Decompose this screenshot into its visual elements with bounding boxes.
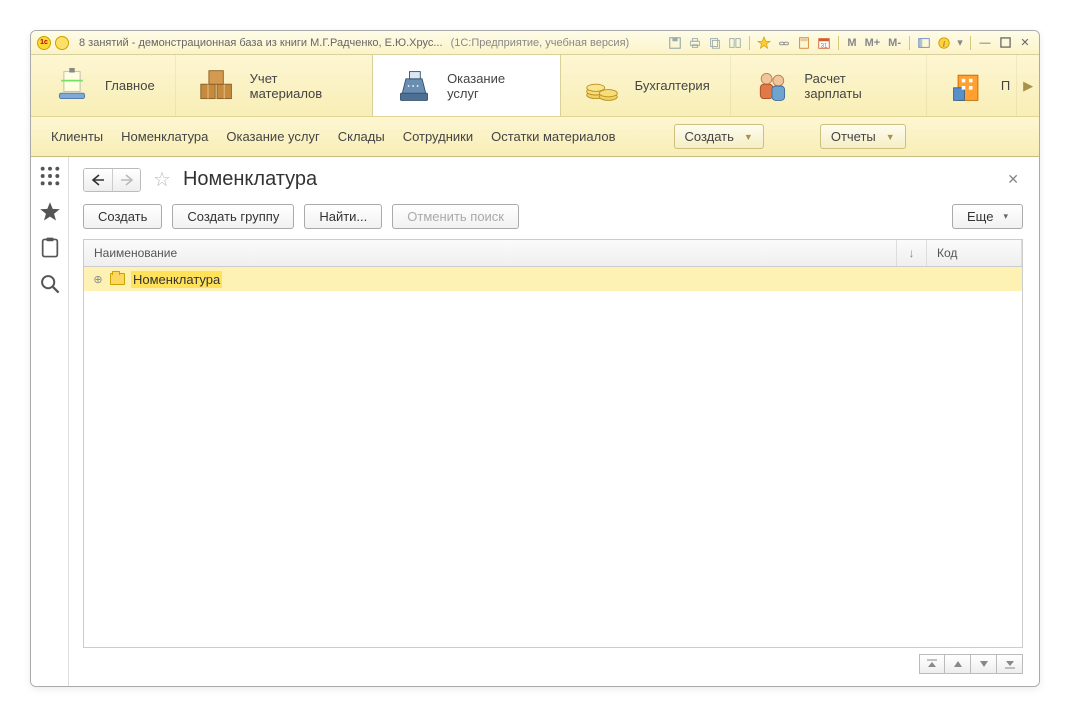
section-materials[interactable]: Учет материалов [176, 55, 374, 116]
section-enterprise[interactable]: П [927, 55, 1017, 116]
search-icon[interactable] [39, 273, 61, 295]
subnav: Клиенты Номенклатура Оказание услуг Скла… [31, 117, 1039, 157]
expand-icon[interactable]: ⊕ [92, 273, 104, 286]
subnav-reports-button[interactable]: Отчеты ▼ [820, 124, 906, 149]
column-code[interactable]: Код [927, 240, 1022, 266]
svg-text:31: 31 [821, 42, 828, 49]
subnav-employees[interactable]: Сотрудники [403, 129, 473, 144]
compare-icon[interactable] [727, 35, 743, 51]
workarea: ☆ Номенклатура ✕ Создать Создать группу … [31, 157, 1039, 686]
save-icon[interactable] [667, 35, 683, 51]
page-first-button[interactable] [919, 654, 945, 674]
maximize-button[interactable] [997, 36, 1013, 50]
close-button[interactable]: ✕ [1017, 36, 1033, 50]
more-label: Еще [967, 209, 993, 224]
favorite-page-icon[interactable]: ☆ [153, 167, 171, 192]
subnav-stock[interactable]: Остатки материалов [491, 129, 615, 144]
page-up-button[interactable] [945, 654, 971, 674]
window-subtitle: (1С:Предприятие, учебная версия) [451, 37, 630, 49]
scanner-icon [51, 65, 93, 107]
table-row[interactable]: ⊕ Номенклатура [84, 267, 1022, 291]
section-label: Расчет зарплаты [804, 71, 905, 101]
calculator-icon[interactable] [796, 35, 812, 51]
page-last-button[interactable] [997, 654, 1023, 674]
subnav-clients[interactable]: Клиенты [51, 129, 103, 144]
page-header: ☆ Номенклатура ✕ [83, 167, 1023, 192]
mem-m-button[interactable]: M [845, 37, 858, 49]
svg-text:i: i [943, 39, 945, 48]
panels-icon[interactable] [916, 35, 932, 51]
row-name: Номенклатура [131, 271, 222, 288]
circle-icon[interactable] [55, 36, 69, 50]
page-toolbar: Создать Создать группу Найти... Отменить… [83, 204, 1023, 229]
page-down-button[interactable] [971, 654, 997, 674]
apps-grid-icon[interactable] [39, 165, 61, 187]
chevron-down-icon: ▼ [886, 132, 895, 142]
more-button[interactable]: Еще ▾ [952, 204, 1023, 229]
section-label: Учет материалов [250, 71, 353, 101]
mem-mplus-button[interactable]: M+ [863, 37, 883, 49]
coins-icon [581, 65, 623, 107]
reports-label: Отчеты [831, 129, 876, 144]
section-bar: Главное Учет материалов Оказание услуг Б… [31, 55, 1039, 117]
create-label: Создать [685, 129, 734, 144]
minimize-button[interactable]: — [977, 36, 993, 50]
subnav-services[interactable]: Оказание услуг [226, 129, 319, 144]
close-page-button[interactable]: ✕ [1003, 169, 1023, 190]
create-button[interactable]: Создать [83, 204, 162, 229]
section-payroll[interactable]: Расчет зарплаты [731, 55, 927, 116]
favorite-icon[interactable] [756, 35, 772, 51]
window-title: 8 занятий - демонстрационная база из кни… [79, 37, 443, 49]
app-window: 1c 8 занятий - демонстрационная база из … [30, 30, 1040, 687]
boxes-icon [196, 65, 238, 107]
print-icon[interactable] [687, 35, 703, 51]
subnav-create-button[interactable]: Создать ▼ [674, 124, 764, 149]
subnav-nomenclature[interactable]: Номенклатура [121, 129, 208, 144]
clipboard-icon[interactable] [39, 237, 61, 259]
section-label: Бухгалтерия [635, 78, 710, 93]
nav-back-button[interactable] [84, 169, 112, 191]
people-icon [751, 65, 793, 107]
cash-register-icon [393, 65, 435, 107]
row-code [927, 267, 1022, 291]
side-toolbar [31, 157, 69, 686]
folder-icon [110, 273, 125, 285]
nav-arrows [83, 168, 141, 192]
column-name[interactable]: Наименование [84, 240, 897, 266]
section-services[interactable]: Оказание услуг [372, 55, 560, 116]
dropdown-caret-icon[interactable]: ▾ [956, 35, 964, 51]
pager [83, 654, 1023, 674]
create-group-button[interactable]: Создать группу [172, 204, 294, 229]
section-accounting[interactable]: Бухгалтерия [561, 55, 731, 116]
grid-header: Наименование ↓ Код [84, 240, 1022, 267]
star-icon[interactable] [39, 201, 61, 223]
sections-scroll-right[interactable]: ▶ [1017, 55, 1039, 116]
sort-indicator[interactable]: ↓ [897, 240, 927, 266]
link-icon[interactable] [776, 35, 792, 51]
section-label: Оказание услуг [447, 71, 540, 101]
data-grid: Наименование ↓ Код ⊕ Номенклатура [83, 239, 1023, 648]
info-icon[interactable]: i [936, 35, 952, 51]
calendar-icon[interactable]: 31 [816, 35, 832, 51]
mem-mminus-button[interactable]: M- [886, 37, 903, 49]
cancel-find-button[interactable]: Отменить поиск [392, 204, 519, 229]
find-button[interactable]: Найти... [304, 204, 382, 229]
titlebar: 1c 8 занятий - демонстрационная база из … [31, 31, 1039, 55]
section-label: П [1001, 78, 1010, 93]
building-icon [947, 65, 989, 107]
chevron-down-icon: ▾ [1003, 211, 1008, 222]
section-label: Главное [105, 78, 155, 93]
chevron-down-icon: ▼ [744, 132, 753, 142]
page-title: Номенклатура [183, 168, 317, 191]
copy-icon[interactable] [707, 35, 723, 51]
nav-forward-button[interactable] [112, 169, 140, 191]
grid-body[interactable]: ⊕ Номенклатура [84, 267, 1022, 647]
content-pane: ☆ Номенклатура ✕ Создать Создать группу … [69, 157, 1039, 686]
subnav-warehouses[interactable]: Склады [338, 129, 385, 144]
section-main[interactable]: Главное [31, 55, 176, 116]
app-logo-icon: 1c [37, 36, 51, 50]
